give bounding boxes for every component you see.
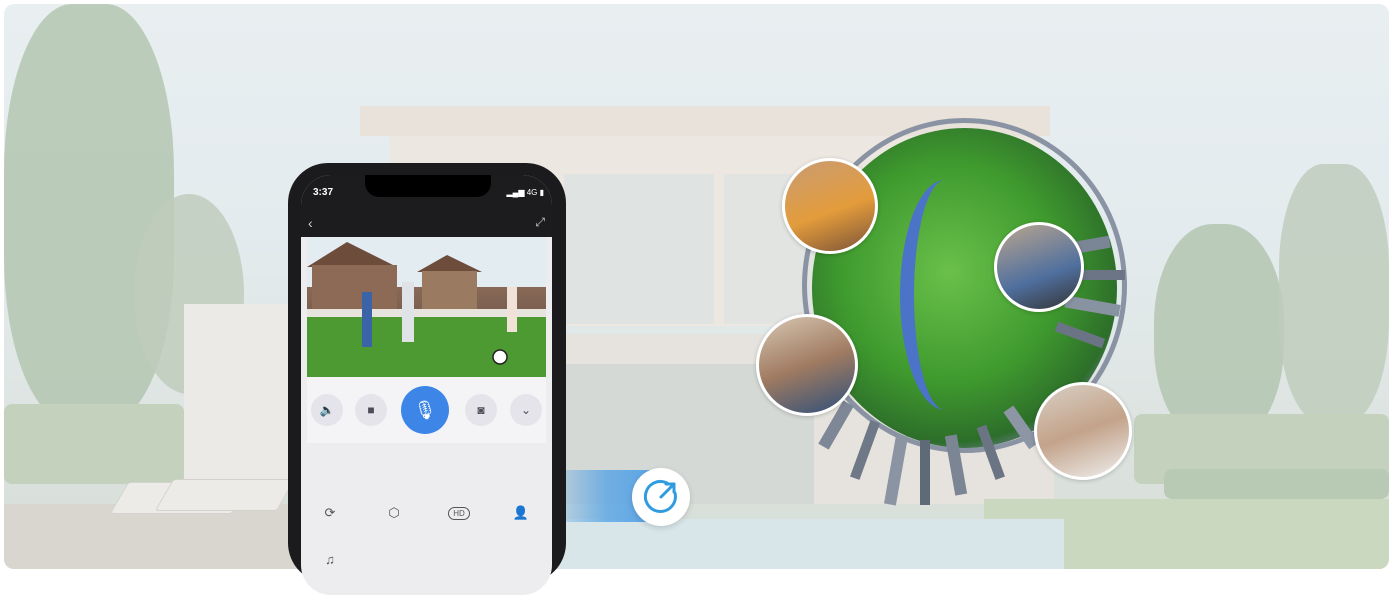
mute-button[interactable]: 🔈 — [311, 394, 343, 426]
pool — [544, 519, 1064, 569]
family-photo-woman-tablet — [782, 158, 878, 254]
fullscreen-icon[interactable]: ⤢ — [535, 215, 545, 230]
status-signal: ▂▄▆ 4G ▮ — [506, 188, 545, 197]
snapshot-icon: ◙ — [477, 403, 485, 417]
share-icon — [643, 479, 677, 513]
hedge — [1164, 469, 1389, 499]
share-button[interactable] — [632, 468, 690, 526]
snapshot-button[interactable]: ◙ — [465, 394, 497, 426]
family-photo-woman-phone — [994, 222, 1084, 312]
music-icon: ♫ — [325, 551, 335, 567]
mic-icon: 🎙 — [413, 399, 437, 420]
tree-right-far — [1279, 164, 1389, 424]
mute-icon: 🔈 — [319, 403, 335, 417]
live-controls: 🔈 ■ 🎙 ◙ ⌄ — [307, 377, 546, 443]
record-icon: ■ — [367, 403, 375, 417]
add-user-icon: 👤 — [512, 505, 530, 520]
settings-icon: ⬡ — [388, 505, 400, 520]
family-photo-seniors — [1034, 382, 1132, 480]
background-scene — [4, 4, 1389, 569]
lounge-chair — [154, 479, 296, 511]
phone-notch — [365, 175, 491, 197]
talk-button[interactable]: 🎙 — [401, 386, 449, 434]
chevron-down-icon: ⌄ — [520, 403, 532, 417]
video-scene — [307, 237, 546, 377]
hd-icon: HD — [448, 506, 470, 520]
status-bar: 3:37 ▂▄▆ 4G ▮ ‹ ⤢ — [301, 175, 552, 237]
network-label: 4G — [526, 188, 538, 197]
house-window — [564, 174, 714, 324]
globe-river — [900, 180, 990, 410]
add-user-button[interactable]: 👤 — [509, 501, 533, 525]
tree-right — [1154, 224, 1284, 444]
back-icon[interactable]: ‹ — [308, 215, 313, 231]
settings-button[interactable]: ⬡ — [382, 501, 406, 525]
more-button[interactable]: ⌄ — [510, 394, 542, 426]
phone-screen: 3:37 ▂▄▆ 4G ▮ ‹ ⤢ 🔈 ■ 🎙 ◙ ⌄ ⟳ ⬡ HD 👤 ♫ — [301, 175, 552, 595]
status-time: 3:37 — [313, 187, 334, 198]
music-button[interactable]: ♫ — [318, 547, 342, 571]
record-button[interactable]: ■ — [355, 394, 387, 426]
playback-button[interactable]: ⟳ — [318, 501, 342, 525]
family-photo-couple — [756, 314, 858, 416]
live-video-feed[interactable] — [307, 237, 546, 377]
phone-mockup: 3:37 ▂▄▆ 4G ▮ ‹ ⤢ 🔈 ■ 🎙 ◙ ⌄ ⟳ ⬡ HD 👤 ♫ — [288, 163, 566, 595]
hd-button[interactable]: HD — [445, 501, 473, 525]
hedge — [4, 404, 184, 484]
playback-icon: ⟳ — [324, 505, 336, 520]
